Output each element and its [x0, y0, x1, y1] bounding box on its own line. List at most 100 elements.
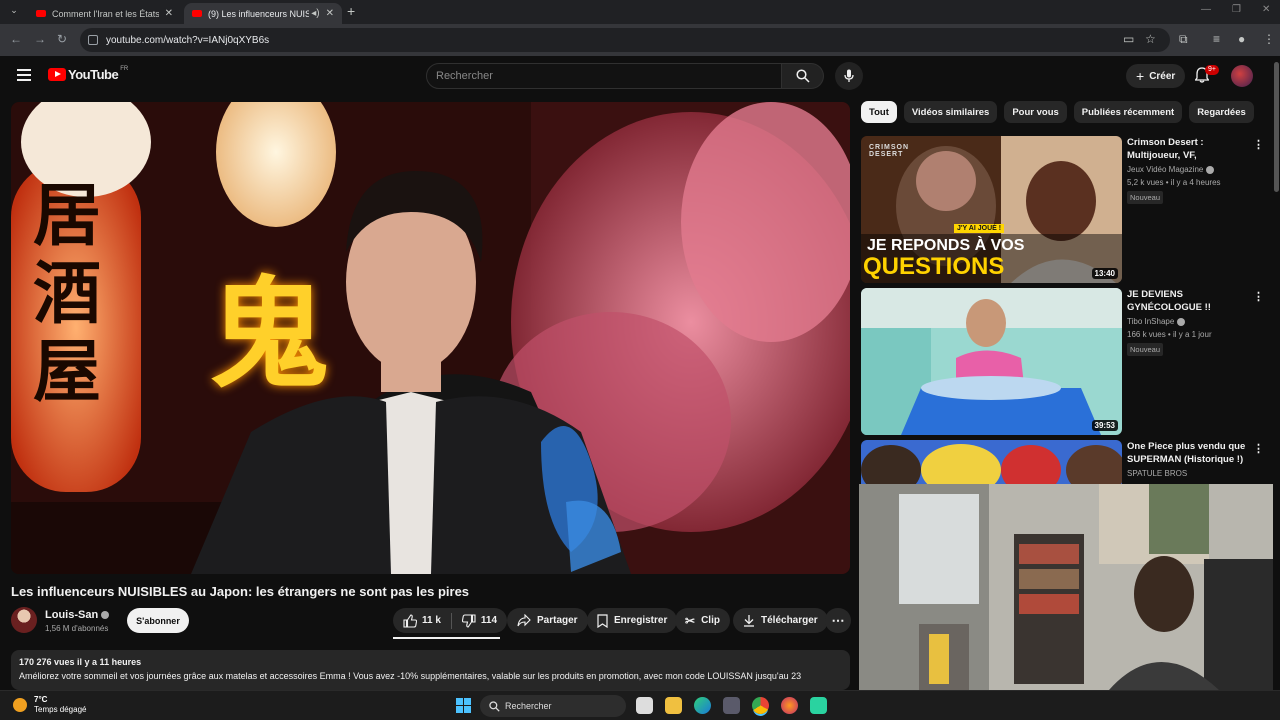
account-avatar[interactable] [1231, 65, 1253, 87]
minimize-button[interactable]: — [1201, 4, 1211, 15]
clip-button[interactable]: ✂ Clip [675, 608, 730, 633]
logo-country: FR [120, 65, 129, 72]
chip-all[interactable]: Tout [861, 101, 897, 123]
more-vertical-icon[interactable]: ⋮ [1253, 290, 1264, 303]
profile-icon[interactable]: ● [1238, 32, 1245, 46]
create-button[interactable]: + Créer [1126, 64, 1186, 88]
url-text: youtube.com/watch?v=IANj0qXYB6s [106, 34, 270, 46]
close-tab-icon[interactable]: ✕ [326, 8, 334, 19]
channel-avatar[interactable] [11, 607, 37, 633]
rec-title[interactable]: JE DEVIENS GYNÉCOLOGUE !! [1127, 288, 1251, 314]
view-count-date: 170 276 vues il y a 11 heures [19, 657, 142, 667]
thumbs-down-icon [461, 613, 476, 628]
video-thumbnail[interactable]: CRIMSON DESERT J'Y AI JOUÉ ! JE REPONDS … [861, 136, 1122, 283]
cast-icon[interactable]: ▭ [1123, 32, 1134, 46]
page-scrollbar[interactable] [1273, 56, 1280, 690]
chip-watched[interactable]: Regardées [1189, 101, 1254, 123]
app-icon[interactable] [810, 697, 827, 714]
weather-widget[interactable]: 7°C Temps dégagé [34, 695, 86, 715]
recommendation-item[interactable]: One Piece plus vendu que SUPERMAN (Histo… [861, 440, 1261, 484]
scrollbar-thumb[interactable] [1274, 62, 1279, 192]
restore-button[interactable]: ❐ [1232, 4, 1241, 15]
task-view-icon[interactable] [636, 697, 653, 714]
related-filter-chips: Tout Vidéos similaires Pour vous Publiée… [861, 101, 1254, 123]
share-button[interactable]: Partager [507, 608, 588, 633]
download-icon [744, 615, 754, 627]
verified-icon [101, 611, 110, 620]
video-thumbnail[interactable] [861, 440, 1122, 484]
speaker-icon[interactable]: ◂) [311, 8, 319, 19]
search-button[interactable] [782, 63, 824, 89]
back-icon[interactable]: ← [10, 32, 22, 46]
rec-channel-row[interactable]: Tibo InShape [1127, 317, 1186, 326]
video-duration: 13:40 [1091, 268, 1118, 279]
close-tab-icon[interactable]: ✕ [165, 8, 173, 19]
voice-search-button[interactable] [835, 62, 863, 90]
tab-search-icon[interactable]: ⌄ [6, 5, 22, 19]
scissors-icon: ✂ [685, 613, 696, 628]
chip-for-you[interactable]: Pour vous [1004, 101, 1067, 123]
weather-sun-icon[interactable] [13, 698, 27, 712]
chip-similar[interactable]: Vidéos similaires [903, 101, 998, 123]
more-horizontal-icon: ⋯ [831, 612, 845, 628]
video-player[interactable]: 居酒屋 鬼 [11, 102, 850, 574]
recommendation-item[interactable]: CRIMSON DESERT J'Y AI JOUÉ ! JE REPONDS … [861, 136, 1264, 284]
edge-icon[interactable] [694, 697, 711, 714]
dislike-button[interactable]: 114 [461, 613, 497, 628]
new-tab-button[interactable]: + [347, 3, 355, 19]
share-icon [517, 614, 531, 627]
tab-title: (9) Les influenceurs NUISIB [208, 8, 310, 19]
tab-groups-icon[interactable]: ≡ [1213, 32, 1220, 46]
download-button[interactable]: Télécharger [733, 608, 828, 633]
search-input[interactable] [426, 63, 782, 89]
like-ratio-bar [393, 637, 500, 639]
menu-icon[interactable] [17, 69, 31, 81]
rec-title[interactable]: Crimson Desert : Multijoueur, VF, Extens… [1127, 136, 1251, 162]
microphone-icon [844, 69, 854, 82]
subscribe-button[interactable]: S'abonner [127, 608, 189, 633]
close-window-button[interactable]: ✕ [1262, 4, 1270, 15]
browser-tab-strip: ⌄ Comment l'Iran et les États-Uni ✕ (9) … [0, 0, 1280, 24]
youtube-favicon-icon [192, 10, 202, 17]
rec-channel[interactable]: SPATULE BROS [1127, 469, 1187, 478]
taskbar-search[interactable]: Rechercher [480, 695, 626, 717]
chip-recent[interactable]: Publiées récemment [1073, 101, 1183, 123]
logo-text: YouTube [68, 67, 119, 82]
more-vertical-icon[interactable]: ⋮ [1253, 138, 1264, 151]
thumbnail-line2: QUESTIONS [863, 253, 1005, 280]
share-label: Partager [537, 615, 578, 626]
more-actions-button[interactable]: ⋯ [825, 608, 851, 633]
windows-start-icon[interactable] [456, 698, 471, 713]
like-button[interactable]: 11 k [403, 613, 441, 628]
browser-menu-icon[interactable]: ⋮ [1263, 32, 1275, 46]
store-icon[interactable] [723, 697, 740, 714]
windows-taskbar: 7°C Temps dégagé Rechercher [0, 690, 1280, 720]
thumbnail-image [861, 440, 1122, 484]
youtube-logo[interactable]: YouTube FR [48, 65, 129, 82]
site-info-icon[interactable] [88, 35, 98, 45]
forward-icon[interactable]: → [34, 32, 46, 46]
chrome-icon[interactable] [752, 697, 769, 714]
firefox-icon[interactable] [781, 697, 798, 714]
recommendation-item[interactable]: 39:53 JE DEVIENS GYNÉCOLOGUE !! Tibo InS… [861, 288, 1264, 436]
weather-condition: Temps dégagé [34, 705, 87, 714]
tab-title: Comment l'Iran et les États-Uni [52, 8, 159, 19]
description-box[interactable]: 170 276 vues il y a 11 heures Améliorez … [11, 650, 850, 690]
video-thumbnail[interactable]: 39:53 [861, 288, 1122, 435]
rec-channel-row[interactable]: Jeux Vidéo Magazine [1127, 165, 1215, 174]
channel-name: Louis-San [45, 609, 99, 621]
bookmark-star-icon[interactable]: ☆ [1145, 32, 1156, 46]
extensions-icon[interactable]: ⧉ [1179, 32, 1188, 47]
file-explorer-icon[interactable] [665, 697, 682, 714]
thumbnail-tag-text: J'Y AI JOUÉ ! [954, 224, 1005, 233]
save-button[interactable]: Enregistrer [587, 608, 678, 633]
browser-tab-active[interactable]: (9) Les influenceurs NUISIB ◂) ✕ [184, 3, 342, 24]
more-vertical-icon[interactable]: ⋮ [1253, 442, 1261, 455]
rec-title[interactable]: One Piece plus vendu que SUPERMAN (Histo… [1127, 440, 1251, 466]
url-field[interactable]: youtube.com/watch?v=IANj0qXYB6s [80, 28, 1170, 52]
reload-icon[interactable]: ↻ [57, 32, 67, 46]
save-label: Enregistrer [614, 615, 668, 626]
browser-tab[interactable]: Comment l'Iran et les États-Uni ✕ [28, 3, 181, 24]
channel-name-row[interactable]: Louis-San [45, 609, 110, 621]
verified-icon [1177, 317, 1186, 326]
